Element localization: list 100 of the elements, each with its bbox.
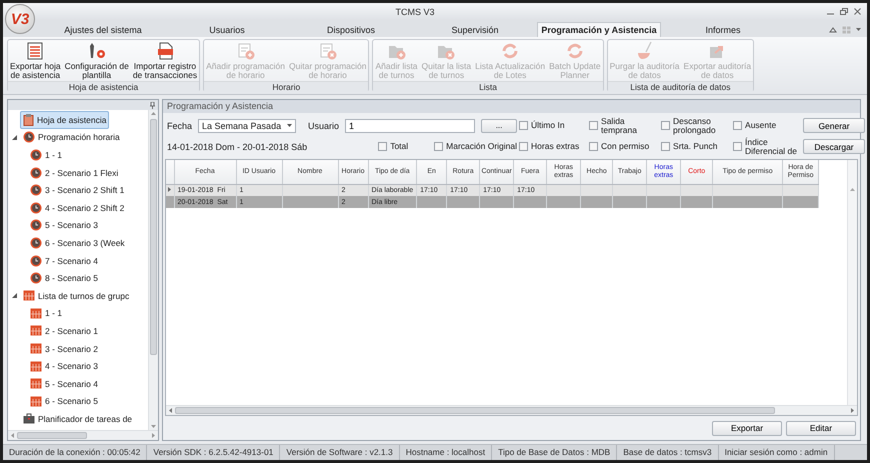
checkbox-label: Horas extras: [531, 142, 580, 151]
browse-button[interactable]: ...: [481, 118, 518, 132]
checkbox[interactable]: [589, 142, 598, 151]
scrollbar[interactable]: [148, 110, 158, 430]
tree-item[interactable]: 6 - Scenario 5: [27, 392, 101, 410]
dropdown-icon[interactable]: [856, 28, 861, 32]
checkbox[interactable]: [733, 142, 742, 151]
scrollbar[interactable]: [8, 430, 158, 440]
sheet-icon: [25, 41, 46, 61]
scroll-right-icon[interactable]: [152, 433, 155, 438]
tree-item[interactable]: Lista de turnos de grupc: [20, 287, 132, 304]
tree-item[interactable]: 1 - 1: [27, 304, 66, 322]
refresh-icon: [500, 41, 520, 61]
ribbon-button[interactable]: Configuración de plantilla: [62, 40, 131, 81]
ribbon-tab[interactable]: Informes: [661, 22, 785, 37]
clock-icon: [30, 148, 42, 161]
scroll-thumb[interactable]: [17, 432, 87, 439]
scroll-up-icon[interactable]: [850, 188, 855, 191]
tree-item[interactable]: 7 - Scenario 4: [27, 252, 101, 270]
restore-icon[interactable]: [840, 8, 848, 15]
calendar-icon: [30, 378, 42, 390]
checkbox-label: Total: [390, 142, 408, 151]
tree-item[interactable]: 8 - Scenario 5: [27, 269, 101, 288]
tree-item[interactable]: 1 - 1: [27, 146, 66, 164]
checkbox[interactable]: [661, 121, 670, 130]
clock-icon: [30, 202, 42, 214]
group-label: Horario: [204, 81, 368, 92]
tree-item[interactable]: Hoja de asistencia: [20, 110, 110, 129]
tree-item[interactable]: Programación horaria: [20, 128, 123, 146]
status-item: Duración de la conexión : 00:05:42: [3, 445, 148, 460]
checkbox-label: Ausente: [745, 121, 776, 130]
refresh-icon: [564, 41, 585, 61]
ribbon-tab[interactable]: Supervisión: [413, 22, 537, 37]
checkbox-label: Descanso prolongado: [673, 116, 717, 134]
collapse-ribbon-icon[interactable]: [829, 27, 837, 33]
status-item: Base de datos : tcmsv3: [617, 445, 719, 460]
ribbon-tab[interactable]: Programación y Asistencia: [537, 22, 661, 37]
checkbox[interactable]: [519, 121, 528, 130]
footer-button[interactable]: Editar: [786, 420, 856, 436]
scroll-up-icon[interactable]: [151, 112, 156, 115]
tree-item[interactable]: 4 - Scenario 2 Shift 2: [27, 198, 128, 217]
ribbon-tab[interactable]: Usuarios: [165, 22, 289, 37]
group-label: Lista de auditoría de datos: [608, 81, 754, 92]
tree-item[interactable]: 3 - Scenario 2: [27, 340, 101, 358]
checkbox[interactable]: [733, 121, 742, 130]
date-range: 14-01-2018 Dom - 20-01-2018 Sáb: [167, 142, 308, 152]
checkbox[interactable]: [378, 142, 388, 151]
status-item: Tipo de Base de Datos : MDB: [492, 445, 618, 460]
caret-icon: [287, 124, 292, 127]
scroll-left-icon[interactable]: [169, 408, 172, 413]
tree-item[interactable]: 2 - Scenario 1 Flexi: [27, 164, 122, 182]
ribbon-tab[interactable]: Ajustes del sistema: [41, 22, 165, 37]
calendar-icon: [30, 396, 42, 407]
ribbon-button[interactable]: Importar registro de transacciones: [130, 40, 200, 81]
checkbox-label: Último In: [531, 121, 565, 130]
tree-item[interactable]: 5 - Scenario 4: [27, 375, 101, 392]
layout-icon[interactable]: [842, 26, 851, 34]
tree-item[interactable]: Planificador de tareas de: [20, 410, 136, 428]
generate-button[interactable]: Generar: [803, 118, 866, 133]
ribbon-button[interactable]: Exportar hoja de asistencia: [8, 40, 63, 81]
tree-item[interactable]: 6 - Scenario 3 (Week: [27, 234, 128, 252]
scrollbar[interactable]: [166, 405, 857, 415]
clock-icon: [30, 184, 42, 196]
calendar-icon: [23, 290, 35, 302]
scroll-thumb[interactable]: [175, 407, 775, 414]
user-field[interactable]: 1: [345, 118, 476, 132]
scroll-right-icon[interactable]: [851, 408, 854, 413]
tree-item[interactable]: 4 - Scenario 3: [27, 358, 101, 375]
tree-item[interactable]: 5 - Scenario 3: [27, 216, 101, 234]
checkbox[interactable]: [589, 121, 598, 130]
scroll-thumb[interactable]: [150, 119, 157, 355]
tree-item[interactable]: 3 - Scenario 2 Shift 1: [27, 181, 128, 200]
clock-icon: [30, 166, 42, 179]
clipboard-icon: [23, 114, 34, 126]
date-dropdown[interactable]: La Semana Pasada: [198, 118, 296, 132]
clock-icon: [30, 272, 42, 284]
field-label: Fecha: [167, 120, 192, 130]
scroll-down-icon[interactable]: [151, 425, 156, 428]
checkbox[interactable]: [661, 142, 670, 151]
scrollbar[interactable]: [847, 160, 857, 405]
group-label: Lista: [373, 81, 603, 92]
checkbox-label: Con permiso: [601, 142, 650, 151]
clock-icon: [30, 219, 42, 232]
panel-title: Programación y Asistencia: [163, 100, 860, 113]
close-icon[interactable]: [854, 8, 861, 15]
briefcase-icon: [23, 413, 35, 424]
download-button[interactable]: Descargar: [803, 139, 866, 154]
footer-button[interactable]: Exportar: [712, 420, 782, 436]
expander-icon[interactable]: [11, 292, 18, 300]
checkbox[interactable]: [519, 142, 528, 151]
scroll-left-icon[interactable]: [11, 433, 14, 438]
calendar-icon: [30, 308, 42, 319]
tree-item[interactable]: 2 - Scenario 1: [27, 322, 101, 340]
pin-icon[interactable]: [150, 102, 155, 108]
window-title: TCMS V3: [394, 6, 436, 16]
ribbon-tab[interactable]: Dispositivos: [289, 22, 413, 37]
checkbox-label: Marcación Original: [446, 142, 518, 151]
checkbox[interactable]: [434, 142, 444, 151]
group-label: Hoja de asistencia: [8, 81, 200, 92]
expander-icon[interactable]: [11, 134, 18, 141]
